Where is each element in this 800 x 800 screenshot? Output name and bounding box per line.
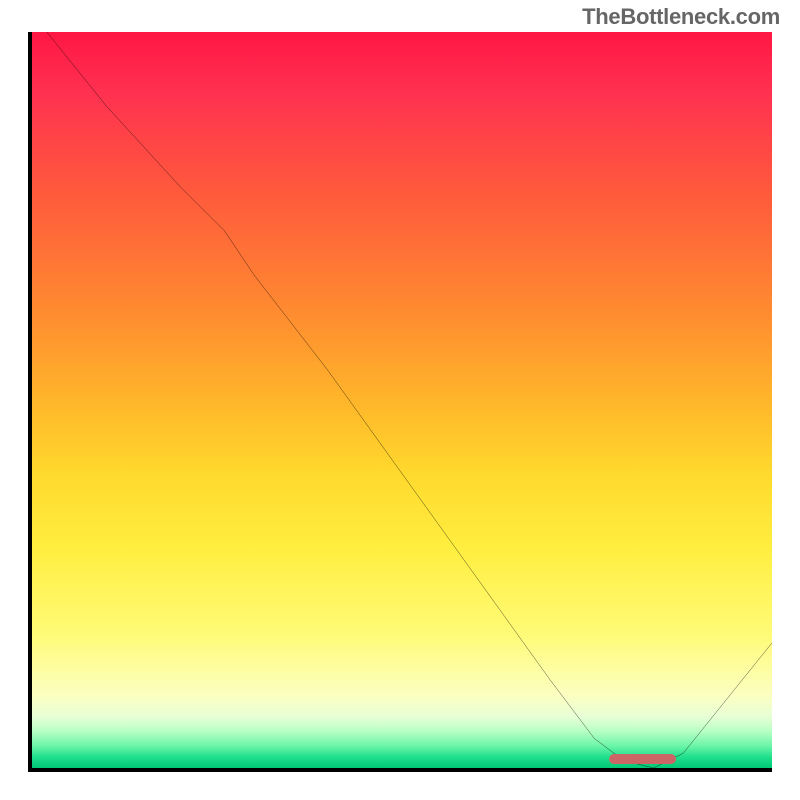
optimal-range-marker [609, 754, 676, 764]
curve-layer [32, 32, 772, 768]
chart-container: TheBottleneck.com [0, 0, 800, 800]
plot-area [28, 32, 772, 772]
bottleneck-curve [47, 32, 772, 768]
watermark-text: TheBottleneck.com [582, 4, 780, 30]
